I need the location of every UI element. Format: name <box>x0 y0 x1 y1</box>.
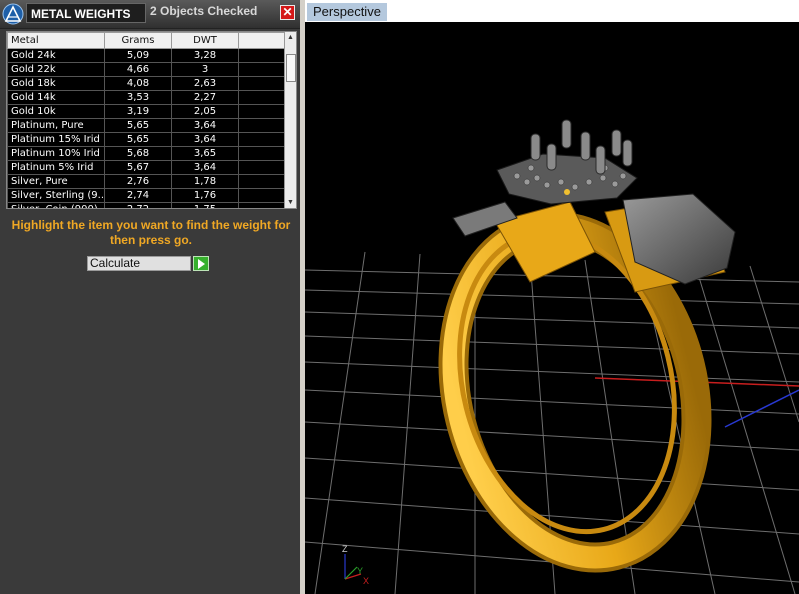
y-axis-line <box>724 389 799 428</box>
cell-blank <box>238 104 288 119</box>
cell-dwt: 3,65 <box>171 146 239 161</box>
scroll-up-arrow-icon[interactable]: ▲ <box>285 32 296 43</box>
viewport-label[interactable]: Perspective <box>307 3 387 21</box>
cell-metal: Platinum 10% Irid <box>7 146 105 161</box>
objects-checked-status: 2 Objects Checked <box>150 4 258 18</box>
instruction-line-1: Highlight the item you want to find the … <box>11 218 291 232</box>
instruction-line-2: then press go. <box>109 233 192 247</box>
cell-blank <box>238 174 288 189</box>
instruction-text: Highlight the item you want to find the … <box>6 218 296 248</box>
cell-metal: Platinum 15% Irid <box>7 132 105 147</box>
table-header-row: Metal Grams DWT <box>7 32 288 49</box>
cell-blank <box>238 188 288 203</box>
axis-label-x: X <box>363 576 369 586</box>
center-stone-glint <box>564 189 570 195</box>
cell-blank <box>238 76 288 91</box>
calculate-dropdown[interactable]: Calculate <box>87 256 191 271</box>
cell-dwt: 3,64 <box>171 118 239 133</box>
cell-grams: 3,53 <box>104 90 172 105</box>
metal-weights-panel: METAL WEIGHTS 2 Objects Checked ✕ Metal … <box>0 0 300 594</box>
cell-blank <box>238 62 288 77</box>
cell-grams: 4,66 <box>104 62 172 77</box>
cell-metal: Platinum 5% Irid <box>7 160 105 175</box>
panel-header: METAL WEIGHTS 2 Objects Checked ✕ <box>0 0 300 29</box>
cell-metal: Silver, Coin (900) <box>7 202 105 208</box>
weights-grid: Metal Grams DWT Gold 24k 5,09 3,28 Gold 22k… <box>7 32 288 208</box>
axis-label-z: Z <box>342 544 348 554</box>
table-row[interactable]: Platinum, Pure 5,65 3,64 <box>7 118 288 133</box>
table-row[interactable]: Gold 14k 3,53 2,27 <box>7 90 288 105</box>
cell-dwt: 3 <box>171 62 239 77</box>
cell-metal: Gold 18k <box>7 76 105 91</box>
column-header-grams[interactable]: Grams <box>104 32 172 49</box>
table-row[interactable]: Gold 22k 4,66 3 <box>7 62 288 77</box>
cell-metal: Gold 14k <box>7 90 105 105</box>
cell-grams: 5,68 <box>104 146 172 161</box>
cell-metal: Gold 24k <box>7 48 105 63</box>
cell-grams: 5,09 <box>104 48 172 63</box>
cell-dwt: 2,63 <box>171 76 239 91</box>
table-row[interactable]: Platinum 15% Irid 5,65 3,64 <box>7 132 288 147</box>
cell-dwt: 2,27 <box>171 90 239 105</box>
axis-label-y: Y <box>357 566 363 576</box>
table-row[interactable]: Gold 10k 3,19 2,05 <box>7 104 288 119</box>
cell-metal: Silver, Pure <box>7 174 105 189</box>
cell-dwt: 3,64 <box>171 132 239 147</box>
cell-blank <box>238 48 288 63</box>
table-row[interactable]: Platinum 5% Irid 5,67 3,64 <box>7 160 288 175</box>
panel-title: METAL WEIGHTS <box>26 3 146 23</box>
cell-grams: 2,72 <box>104 202 172 208</box>
table-row[interactable]: Silver, Coin (900)2,721,75 <box>7 202 288 208</box>
cell-blank <box>238 132 288 147</box>
cell-blank <box>238 160 288 175</box>
cell-grams: 2,74 <box>104 188 172 203</box>
perspective-viewport[interactable]: Perspective Z Y X <box>305 0 799 594</box>
cell-dwt: 1,78 <box>171 174 239 189</box>
app-logo-icon <box>2 3 24 25</box>
table-row[interactable]: Gold 18k 4,08 2,63 <box>7 76 288 91</box>
scroll-down-arrow-icon[interactable]: ▼ <box>285 197 296 208</box>
cell-dwt: 3,28 <box>171 48 239 63</box>
table-row[interactable]: Platinum 10% Irid 5,68 3,65 <box>7 146 288 161</box>
cell-grams: 5,67 <box>104 160 172 175</box>
cell-dwt: 1,76 <box>171 188 239 203</box>
column-header-blank <box>238 32 288 49</box>
column-header-dwt[interactable]: DWT <box>171 32 239 49</box>
table-row[interactable]: Silver, Pure 2,76 1,78 <box>7 174 288 189</box>
table-row[interactable]: Gold 24k 5,09 3,28 <box>7 48 288 63</box>
scroll-thumb[interactable] <box>286 54 296 82</box>
metal-weights-table[interactable]: Metal Grams DWT Gold 24k 5,09 3,28 Gold 22k… <box>6 31 297 209</box>
cell-metal: Gold 10k <box>7 104 105 119</box>
cell-grams: 4,08 <box>104 76 172 91</box>
cell-grams: 2,76 <box>104 174 172 189</box>
cell-blank <box>238 146 288 161</box>
cell-blank <box>238 202 288 208</box>
cell-metal: Silver, Sterling (9... <box>7 188 105 203</box>
cell-grams: 5,65 <box>104 132 172 147</box>
cell-grams: 5,65 <box>104 118 172 133</box>
ring-3d-scene[interactable]: Z Y X <box>305 22 799 594</box>
vertical-scrollbar[interactable]: ▲ ▼ <box>284 32 296 208</box>
cell-dwt: 1,75 <box>171 202 239 208</box>
play-arrow-icon <box>198 259 205 269</box>
cell-dwt: 2,05 <box>171 104 239 119</box>
go-button[interactable] <box>193 256 209 271</box>
cell-metal: Gold 22k <box>7 62 105 77</box>
column-header-metal[interactable]: Metal <box>7 32 105 49</box>
viewport-header: Perspective <box>305 0 799 22</box>
cell-blank <box>238 118 288 133</box>
cell-grams: 3,19 <box>104 104 172 119</box>
close-icon: ✕ <box>282 5 293 19</box>
cell-blank <box>238 90 288 105</box>
cell-metal: Platinum, Pure <box>7 118 105 133</box>
close-button[interactable]: ✕ <box>280 5 295 20</box>
table-row[interactable]: Silver, Sterling (9... 2,74 1,76 <box>7 188 288 203</box>
cell-dwt: 3,64 <box>171 160 239 175</box>
